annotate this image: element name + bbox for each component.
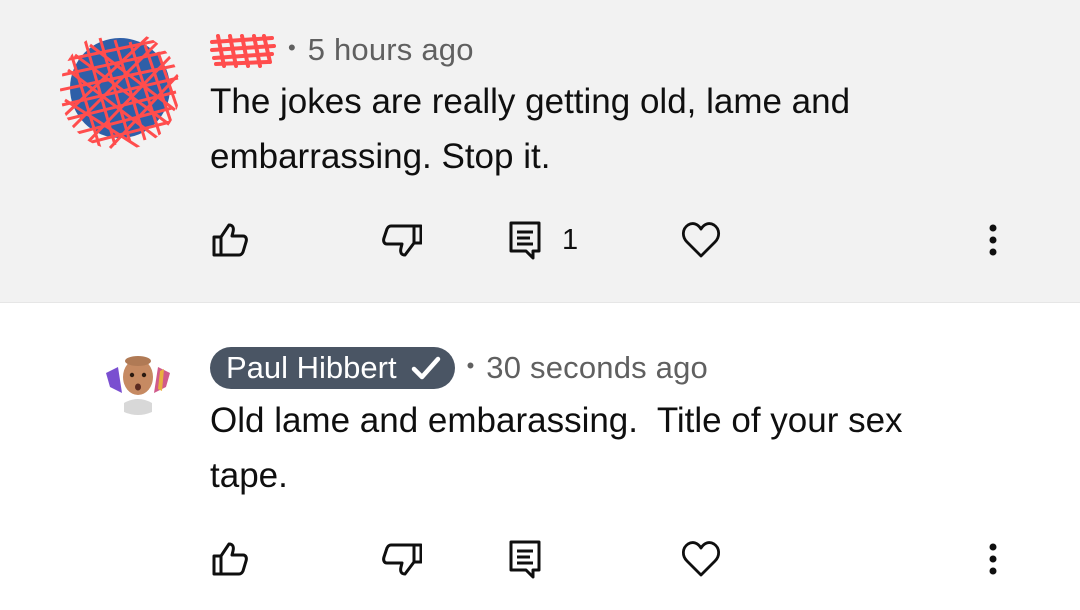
comment-timestamp: 30 seconds ago	[486, 350, 708, 385]
heart-button[interactable]	[681, 529, 721, 589]
like-button[interactable]	[210, 529, 250, 589]
separator-dot: •	[466, 353, 475, 378]
avatar[interactable]	[60, 30, 180, 150]
comment-header: Paul Hibbert • 30 seconds ago	[210, 346, 708, 390]
comment-text: The jokes are really getting old, lame a…	[210, 82, 860, 176]
comment-text: Old lame and embarassing. Title of your …	[210, 401, 913, 495]
thumbs-down-icon	[382, 543, 422, 576]
redacted-username-icon	[210, 34, 276, 68]
more-vertical-icon	[989, 224, 997, 256]
reply-count: 1	[562, 223, 579, 256]
redacted-avatar-icon	[60, 33, 180, 150]
comment-actions: 1	[0, 210, 1080, 270]
more-options-button[interactable]	[976, 210, 1010, 270]
like-button[interactable]	[210, 210, 250, 270]
separator-dot: •	[288, 35, 296, 60]
more-vertical-icon	[989, 543, 997, 575]
thumbs-down-icon	[382, 224, 422, 257]
thumbs-up-icon	[212, 223, 248, 257]
comment-reply-icon	[509, 540, 541, 579]
heart-button[interactable]	[681, 210, 721, 270]
comment-item: Paul Hibbert • 30 seconds ago Old lame a…	[0, 303, 1080, 610]
comment-header: • 5 hours ago	[210, 28, 474, 72]
comment-item: • 5 hours ago The jokes are really getti…	[0, 0, 1080, 303]
heart-icon	[681, 222, 721, 258]
dislike-button[interactable]	[378, 210, 422, 270]
more-options-button[interactable]	[976, 529, 1010, 589]
comment-timestamp: 5 hours ago	[307, 32, 474, 67]
thumbs-up-icon	[212, 542, 248, 576]
author-badge[interactable]: Paul Hibbert	[210, 347, 455, 389]
user-avatar-icon	[104, 347, 172, 415]
avatar[interactable]	[104, 347, 172, 415]
reply-button[interactable]	[508, 529, 542, 589]
author-name: Paul Hibbert	[226, 350, 397, 385]
dislike-button[interactable]	[378, 529, 422, 589]
comment-actions	[0, 529, 1080, 589]
checkmark-icon	[411, 356, 440, 380]
reply-button[interactable]: 1	[508, 210, 578, 270]
heart-icon	[681, 541, 721, 577]
comment-reply-icon	[509, 221, 541, 260]
